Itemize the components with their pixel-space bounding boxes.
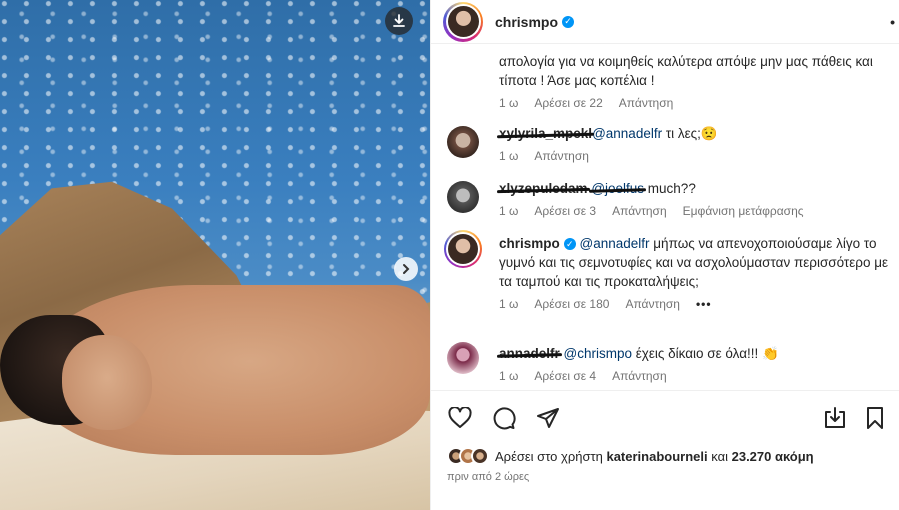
comment-item: απολογία για να κοιμηθείς καλύτερα απόψε… — [499, 52, 899, 110]
likes-and: και — [711, 448, 728, 464]
commenter-username[interactable]: annadelfr — [499, 344, 560, 363]
more-options-button[interactable]: • — [890, 14, 895, 30]
commenter-avatar[interactable] — [447, 342, 479, 374]
comment-likes[interactable]: Αρέσει σε 3 — [534, 204, 596, 218]
likes-prefix: Αρέσει στο χρήστη — [495, 448, 603, 464]
mention-link[interactable]: @annadelfr — [580, 236, 650, 251]
reply-button[interactable]: Απάντηση — [612, 369, 667, 383]
comment-time[interactable]: 1 ω — [499, 204, 518, 218]
download-icon — [393, 14, 405, 27]
comment-icon — [493, 407, 516, 430]
post-header: chrismpo ✓ • — [431, 0, 899, 44]
commenter-username[interactable]: chrismpo — [499, 236, 560, 251]
comment-text: έχεις δίκαιο σε όλα!!! 👏 — [632, 346, 779, 361]
translate-button[interactable]: Εμφάνιση μετάφρασης — [683, 204, 804, 218]
chevron-right-icon — [403, 264, 410, 274]
liker-avatars[interactable] — [447, 447, 489, 465]
download-button[interactable] — [385, 7, 413, 35]
download-icon — [825, 407, 845, 428]
post-image[interactable] — [0, 0, 430, 510]
mention-link[interactable]: @joelfus — [591, 179, 644, 198]
commenter-username[interactable]: xlyzepuledam — [499, 179, 588, 198]
heart-icon — [448, 407, 472, 428]
author-avatar[interactable] — [443, 1, 483, 42]
comment-item: xlyzepuledam @joelfus much?? 1 ω Αρέσει … — [447, 179, 899, 218]
likes-summary: Αρέσει στο χρήστη katerinabourneli και 2… — [447, 447, 814, 465]
next-image-button[interactable] — [394, 257, 418, 281]
liker-username[interactable]: katerinabourneli — [606, 449, 707, 464]
commenter-avatar[interactable] — [447, 126, 479, 158]
share-button[interactable] — [535, 405, 561, 431]
mention-link[interactable]: @chrismpo — [564, 346, 632, 361]
post-panel: chrismpo ✓ • απολογία για να κοιμηθείς κ… — [430, 0, 899, 510]
verified-icon: ✓ — [562, 15, 575, 28]
comment-item: xylyrila_mpekl@annadelfr τι λες;😟 1 ω Απ… — [447, 124, 899, 163]
comment-time[interactable]: 1 ω — [499, 369, 518, 383]
post-time[interactable]: πριν από 2 ώρες — [447, 471, 529, 483]
reply-button[interactable]: Απάντηση — [625, 297, 680, 311]
person-face — [62, 335, 152, 430]
comment-button[interactable] — [491, 405, 517, 431]
comment-time[interactable]: 1 ω — [499, 149, 518, 163]
action-bar: Αρέσει στο χρήστη katerinabourneli και 2… — [431, 390, 899, 510]
bookmark-icon — [867, 407, 883, 429]
comment-text: τι λες;😟 — [662, 126, 718, 141]
reply-button[interactable]: Απάντηση — [619, 96, 674, 110]
download-post-button[interactable] — [822, 405, 848, 431]
comment-time[interactable]: 1 ω — [499, 96, 518, 110]
comment-time[interactable]: 1 ω — [499, 297, 518, 311]
commenter-avatar[interactable] — [447, 181, 479, 213]
author-username[interactable]: chrismpo — [495, 14, 558, 30]
comments-list: απολογία για να κοιμηθείς καλύτερα απόψε… — [431, 44, 899, 390]
comment-options-button[interactable]: ••• — [696, 297, 712, 311]
save-button[interactable] — [862, 405, 888, 431]
comment-item: annadelfr @chrismpo έχεις δίκαιο σε όλα!… — [447, 342, 899, 383]
comment-likes[interactable]: Αρέσει σε 4 — [534, 369, 596, 383]
comment-text: απολογία για να κοιμηθείς καλύτερα απόψε… — [499, 54, 873, 88]
send-icon — [537, 408, 559, 428]
comment-item: chrismpo ✓ @annadelfr μήπως να απενοχοποι… — [444, 230, 899, 311]
verified-icon: ✓ — [563, 238, 576, 251]
commenter-username[interactable]: xylyrila_mpekl — [499, 124, 592, 143]
like-button[interactable] — [447, 405, 473, 431]
commenter-avatar[interactable] — [444, 230, 482, 268]
likes-count[interactable]: 23.270 ακόμη — [732, 449, 814, 464]
reply-button[interactable]: Απάντηση — [534, 149, 589, 163]
mention-link[interactable]: @annadelfr — [592, 126, 662, 141]
reply-button[interactable]: Απάντηση — [612, 204, 667, 218]
comment-text: much?? — [644, 181, 696, 196]
comment-likes[interactable]: Αρέσει σε 180 — [534, 297, 609, 311]
comment-likes[interactable]: Αρέσει σε 22 — [534, 96, 602, 110]
